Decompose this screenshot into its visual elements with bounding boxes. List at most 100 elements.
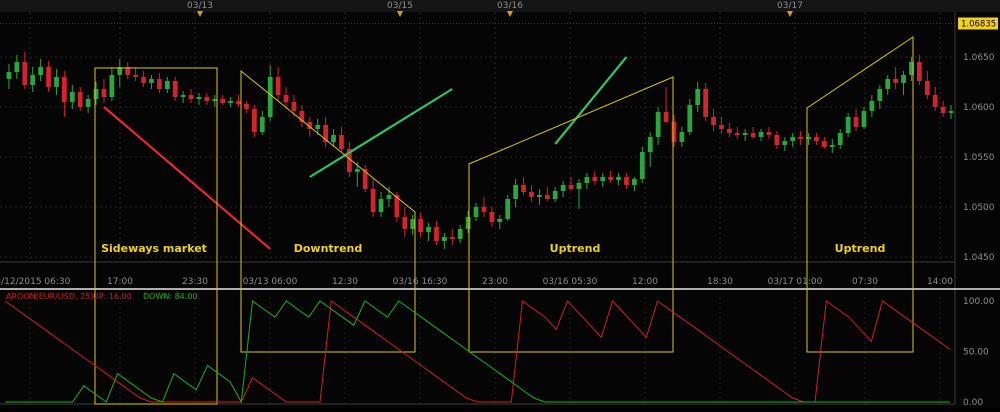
candle-body [275,77,281,95]
candle-body [655,112,661,137]
candle-body [639,152,645,179]
candle-body [671,122,677,142]
candle-body [679,132,685,142]
candle-body [481,207,487,212]
candle-body [893,79,898,83]
candle-body [93,89,99,99]
candle-body [853,117,859,127]
date-marker-label: 03/15 [387,1,413,11]
trend-lines-layer [103,56,628,250]
candle-body [252,109,257,132]
trend-line [309,88,453,178]
candle-body [758,132,764,137]
candle-body [149,79,154,83]
candle-body [236,101,241,104]
candle-body [592,177,598,181]
candle-body [513,185,518,199]
candle-body [77,92,83,107]
pattern-box [468,76,674,353]
candles-layer [6,52,954,249]
grid-layer: 03/13 03/15 03/16 03/17 [0,0,1000,405]
candle-body [259,117,265,132]
candle-body [46,67,51,87]
candle-body [624,177,629,185]
candle-body [774,135,780,145]
time-tick-label: 03/12/2015 06:30 [0,277,71,287]
candle-body [750,133,756,137]
date-marker-label: 03/17 [777,1,803,11]
candle-body [212,99,218,101]
candle-body [901,75,906,83]
candle-body [109,75,115,97]
pattern-label: Downtrend [294,242,363,255]
candle-body [331,135,336,142]
price-tick-label: 1.0650 [963,53,995,63]
candle-body [703,89,708,117]
time-tick-label: 03/16 16:30 [393,277,448,287]
time-tick-label: 23:00 [482,277,508,287]
candle-body [267,77,273,117]
aroon-tick-label: 0.00 [963,398,983,408]
trend-line [103,106,271,250]
trend-line [554,56,628,145]
candle-body [537,195,542,197]
candle-body [948,111,954,113]
candle-body [69,92,75,102]
time-tick-label: 17:00 [107,277,133,287]
time-tick-label: 07:30 [852,277,878,287]
candle-body [544,195,550,199]
date-marker-label: 03/13 [187,1,213,11]
candle-body [719,125,724,129]
candle-body [727,129,732,133]
candle-body [822,141,827,147]
pattern-label: Uptrend [550,242,601,255]
date-marker-arrow [397,11,403,17]
candle-body [188,95,194,99]
candle-body [940,107,946,113]
candle-body [402,217,408,229]
candle-body [600,177,606,181]
candle-body [457,229,463,239]
time-tick-label: 03/17 01:00 [768,277,823,287]
price-tick-label: 1.0600 [963,103,995,113]
candle-body [283,95,289,102]
candle-body [529,192,534,197]
candle-body [315,125,321,129]
candle-body [473,207,479,217]
candle-body [932,95,938,107]
aroon-up-readout: UP: 16.00 [93,292,132,301]
candle-body [172,81,178,97]
date-marker-arrow [787,11,793,17]
candle-body [584,177,590,183]
candle-body [869,101,875,111]
candle-body [465,217,471,229]
aroon-tick-label: 100.00 [963,297,995,307]
time-tick-label: 03/16 05:30 [543,277,598,287]
candle-body [861,111,867,127]
candle-body [14,62,20,72]
candle-body [434,227,439,241]
pattern-box [240,69,416,353]
candle-body [22,62,28,85]
price-tick-label: 1.0500 [963,203,995,213]
candle-body [220,99,226,103]
time-tick-label: 03/13 06:00 [243,277,298,287]
date-marker-arrow [197,11,203,17]
time-tick-label: 18:30 [707,277,733,287]
price-chart-svg: 03/13 03/15 03/16 03/17 Sideways market Down… [0,0,1000,408]
pattern-boxes-layer: Sideways market Downtrend Uptrend Uptrend [94,36,914,405]
candle-body [410,219,416,229]
candle-body [505,199,511,219]
candle-body [141,77,146,83]
pattern-box [94,67,218,405]
candle-body [164,81,170,89]
candle-body [30,75,36,85]
candle-body [608,177,613,180]
candle-body [917,62,922,81]
candle-body [418,219,423,232]
candle-body [695,89,701,105]
date-marker-label: 03/16 [497,1,523,11]
candle-body [228,101,233,103]
candle-body [687,105,693,132]
aroon-indicator-title: AROON(EUR/USD, 25) [6,292,93,301]
